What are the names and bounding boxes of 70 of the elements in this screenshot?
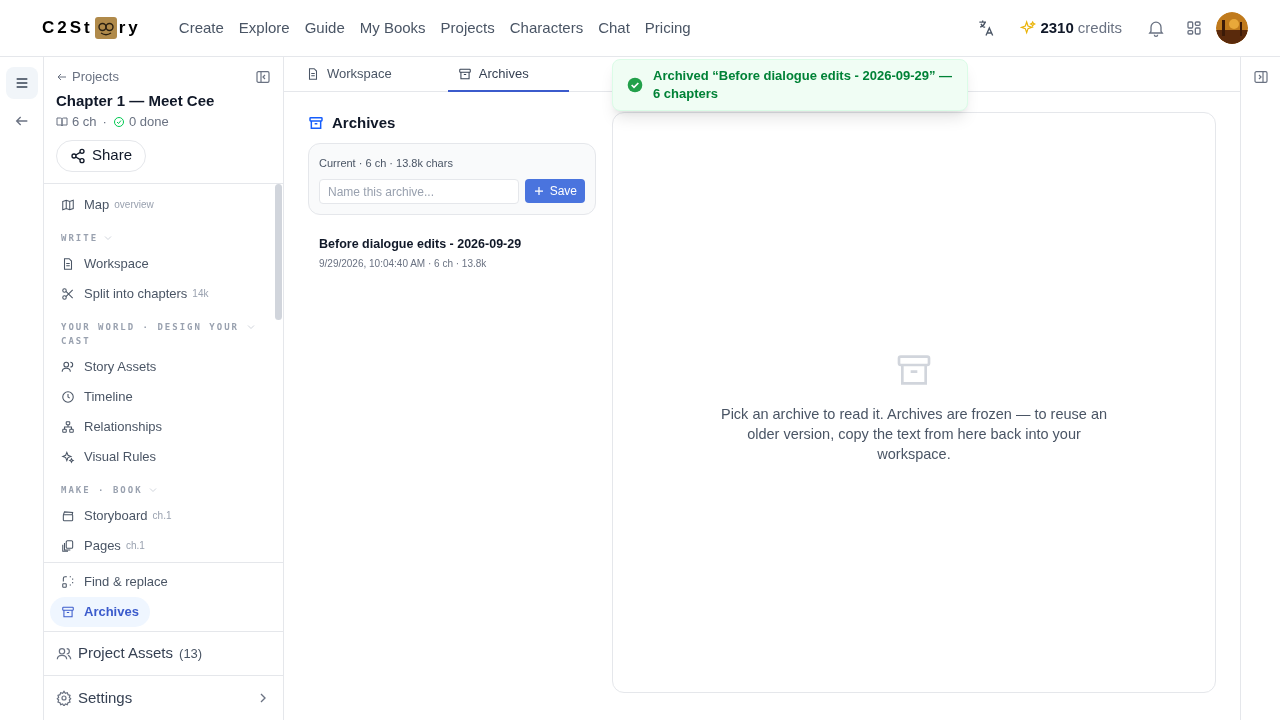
project-assets-label[interactable]: Project Assets — [78, 642, 174, 665]
sidebar-item[interactable]: Timeline — [56, 381, 271, 412]
toast-message: Archived “Before dialogue edits - 2026-09-29” — 6 chapters — [653, 67, 953, 103]
archive-icon — [61, 605, 75, 619]
current-version-summary: Current · 6 ch · 13.8k chars — [319, 155, 454, 171]
document-icon — [61, 256, 75, 271]
archive-name-field[interactable]: Name this archive... — [319, 179, 519, 204]
sidebar-item[interactable]: Archives — [50, 597, 150, 627]
nav-link[interactable]: Pricing — [644, 16, 691, 40]
sparkles-icon — [61, 449, 75, 464]
project-assets-count: (13) — [179, 644, 203, 663]
logo-text[interactable]: C2St — [42, 15, 93, 41]
scrollbar[interactable] — [275, 183, 282, 320]
sidebar-item[interactable]: Relationships — [56, 411, 271, 442]
nav-link[interactable]: Chat — [598, 16, 630, 40]
logo-text[interactable]: ry — [118, 15, 141, 41]
nav-link[interactable]: Create — [178, 16, 224, 40]
tab[interactable]: Workspace — [296, 57, 438, 92]
menu-button[interactable] — [5, 67, 38, 99]
empty-state-message: Pick an archive to read it. Archives are frozen — to reuse an older version, copy the text from here back into your workspace. — [719, 404, 1109, 464]
sidebar-item[interactable]: Visual Rules — [56, 441, 271, 472]
settings-label[interactable]: Settings — [78, 686, 133, 710]
sidebar-item[interactable]: Map overview — [56, 189, 271, 220]
book-icon — [56, 115, 68, 128]
map-icon — [61, 197, 75, 212]
sidebar-item[interactable]: Find & replace — [50, 567, 179, 597]
tab[interactable]: Archives — [447, 57, 569, 92]
logo-icon[interactable] — [94, 17, 117, 39]
users-icon — [56, 645, 72, 662]
pages-icon — [61, 538, 75, 553]
grid-icon[interactable] — [1186, 20, 1202, 36]
sidebar-item[interactable]: Split into chapters 14k — [56, 278, 271, 309]
sparkles-icon — [1020, 20, 1037, 36]
chapter-count: 6 ch — [72, 113, 97, 131]
nav-link[interactable]: My Books — [359, 16, 426, 40]
clock-icon — [61, 389, 75, 404]
sidebar-item[interactable]: Workspace — [56, 248, 271, 279]
settings-icon — [56, 690, 72, 706]
find-replace-icon — [61, 575, 75, 589]
save-button[interactable]: Save — [524, 179, 585, 203]
nav-link[interactable]: Projects — [440, 16, 495, 40]
nav-link[interactable]: Explore — [238, 16, 290, 40]
archive-name[interactable]: Before dialogue edits - 2026-09-29 — [319, 235, 585, 254]
archive-icon — [308, 115, 324, 132]
scissors-icon — [61, 286, 75, 301]
projects-back-link[interactable]: Projects — [56, 67, 119, 87]
archive-meta: 9/29/2026, 10:04:40 AM · 6 ch · 13.8k — [319, 256, 488, 271]
archives-heading: Archives — [332, 113, 396, 133]
project-title: Chapter 1 — Meet Cee — [56, 90, 216, 111]
plus-icon — [532, 185, 545, 197]
sidebar-item[interactable]: Storyboard ch.1 — [56, 500, 271, 531]
document-icon — [306, 66, 320, 81]
credits-amount: 2310 — [1040, 17, 1074, 38]
check-circle-icon — [627, 77, 643, 93]
separator-dot: · — [102, 113, 107, 131]
avatar[interactable] — [1216, 12, 1248, 44]
nav-link[interactable]: Guide — [304, 16, 345, 40]
hierarchy-icon — [61, 419, 75, 434]
clapperboard-icon — [61, 508, 75, 523]
sidebar-item[interactable]: Pages ch.1 — [56, 530, 271, 561]
share-icon — [70, 147, 86, 164]
check-circle-icon — [112, 115, 125, 128]
done-count: 0 done — [128, 113, 169, 131]
collapse-panel-icon[interactable] — [255, 68, 271, 85]
sidebar-item[interactable]: Story Assets — [56, 351, 271, 382]
nav-link[interactable]: Characters — [509, 16, 584, 40]
collapse-panel-icon[interactable] — [1252, 69, 1269, 85]
users-icon — [61, 359, 75, 374]
credits-label: credits — [1077, 17, 1122, 38]
archive-icon — [457, 66, 472, 81]
